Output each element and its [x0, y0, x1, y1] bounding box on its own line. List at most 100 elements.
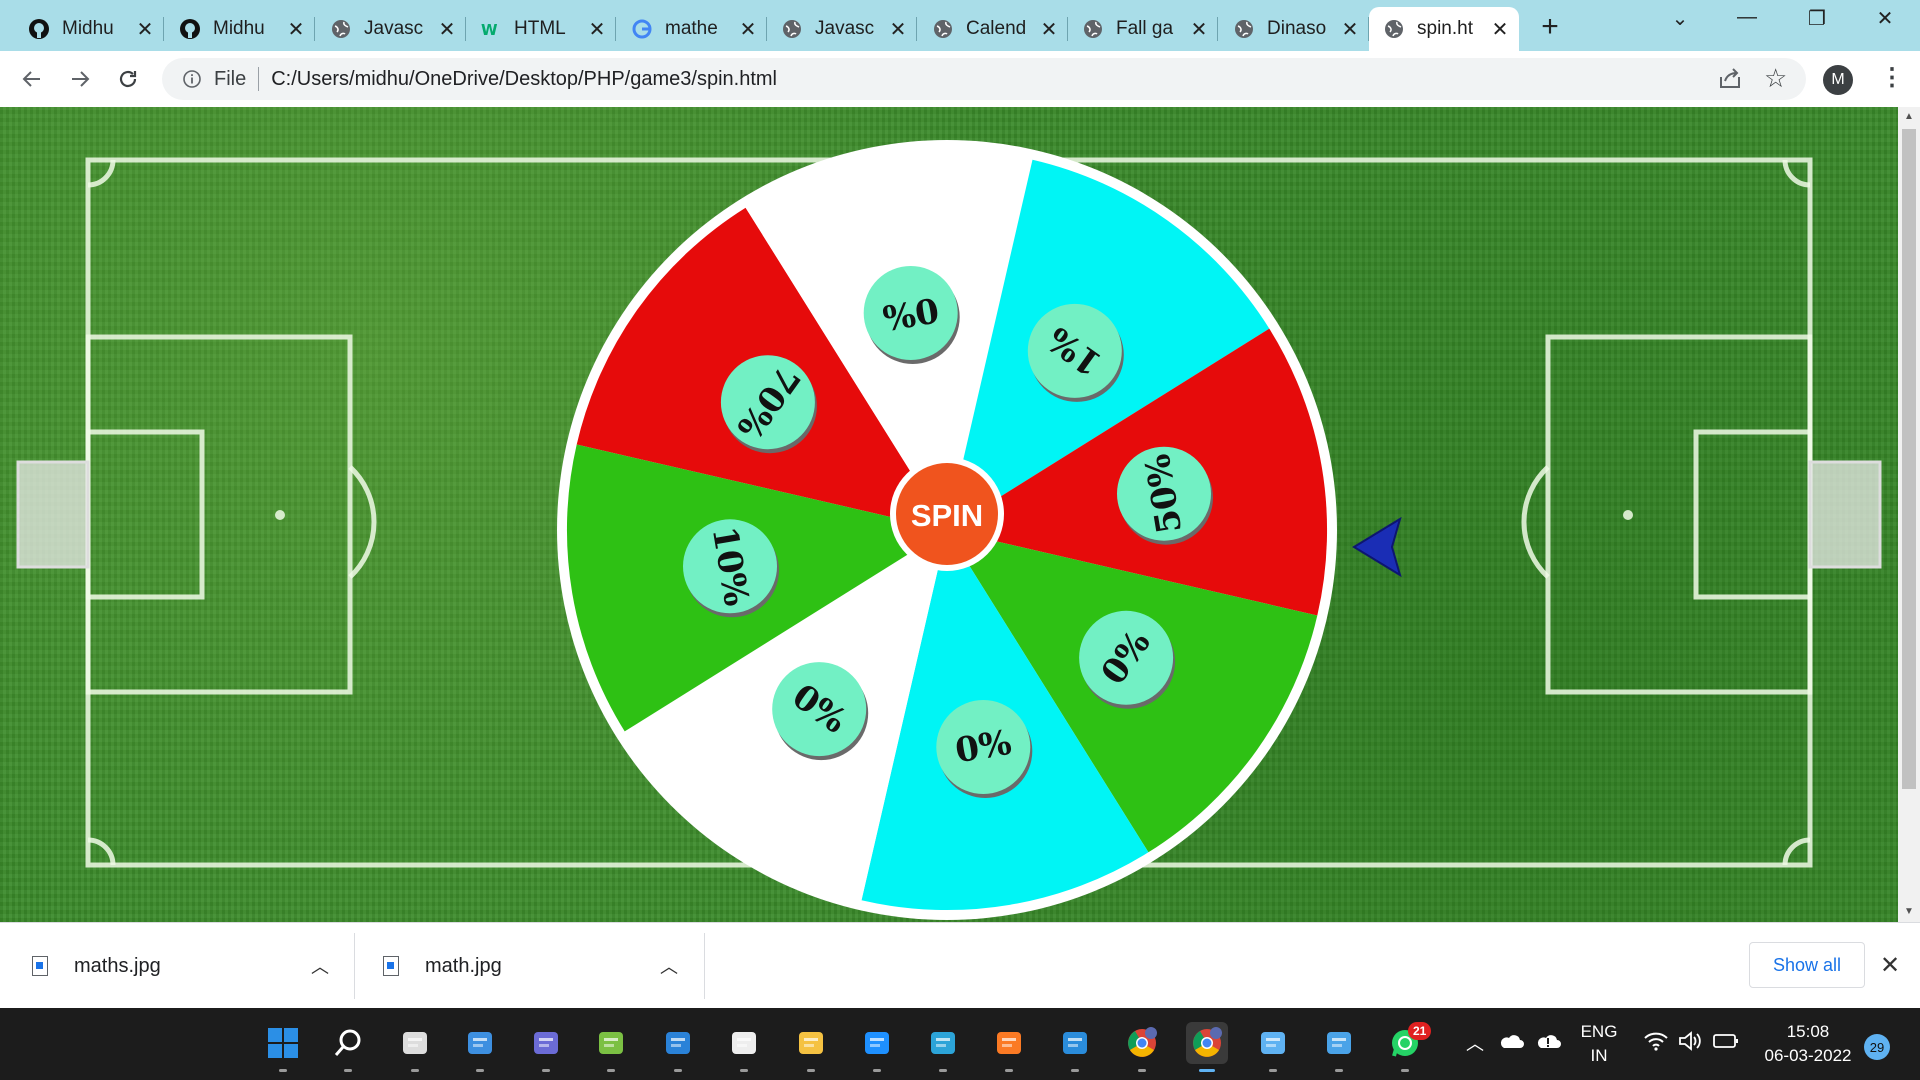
photos-icon[interactable]	[1318, 1022, 1360, 1072]
reload-button[interactable]	[112, 63, 144, 95]
browser-tab[interactable]: spin.ht ✕	[1369, 7, 1519, 51]
download-item[interactable]: math.jpg	[383, 923, 693, 1009]
tab-close-icon[interactable]: ✕	[1040, 17, 1058, 42]
browser-tab[interactable]: Midhu ✕	[165, 7, 315, 51]
restore-icon[interactable]: ❐	[1797, 6, 1837, 31]
tab-title: Javasc	[364, 18, 424, 39]
site-info-icon[interactable]	[180, 67, 204, 91]
tab-close-icon[interactable]: ✕	[287, 17, 305, 42]
omnibox-divider	[258, 67, 260, 91]
teams-chat-icon[interactable]	[525, 1022, 567, 1072]
tab-close-icon[interactable]: ✕	[1190, 17, 1208, 42]
chrome-profile-icon[interactable]	[1121, 1022, 1163, 1072]
windows-start-icon[interactable]	[262, 1022, 304, 1072]
browser-tab[interactable]: Dinaso ✕	[1219, 7, 1369, 51]
whatsapp-badge: 21	[1408, 1022, 1432, 1040]
address-bar[interactable]: File C:/Users/midhu/OneDrive/Desktop/PHP…	[162, 58, 1806, 100]
running-indicator	[542, 1069, 550, 1072]
xampp-icon[interactable]	[988, 1022, 1030, 1072]
github-icon	[28, 18, 50, 40]
notifications-badge[interactable]: 29	[1864, 1034, 1890, 1060]
running-indicator	[344, 1069, 352, 1072]
store-icon[interactable]	[723, 1022, 765, 1072]
back-button[interactable]	[16, 63, 48, 95]
snipping-icon[interactable]	[856, 1022, 898, 1072]
profile-avatar[interactable]: M	[1823, 65, 1853, 95]
cloud-alert-icon[interactable]	[1535, 1030, 1561, 1057]
vertical-scrollbar[interactable]: ▲ ▼	[1898, 107, 1920, 922]
scrollbar-thumb[interactable]	[1902, 129, 1916, 789]
image-file-icon	[383, 956, 399, 976]
forward-button[interactable]	[64, 63, 96, 95]
minimize-icon[interactable]: —	[1727, 6, 1767, 29]
tab-title: Javasc	[815, 18, 875, 39]
download-filename: maths.jpg	[74, 954, 161, 977]
close-window-icon[interactable]: ✕	[1865, 6, 1905, 31]
menu-kebab-icon[interactable]: ⋮	[1880, 63, 1904, 92]
forward-arrow-icon	[72, 71, 90, 87]
tab-separator	[1217, 17, 1218, 41]
clock[interactable]: 15:08 06-03-2022	[1756, 1020, 1860, 1068]
tray-overflow-icon[interactable]: ︿	[1466, 1030, 1484, 1056]
spin-button[interactable]: SPIN	[890, 457, 1004, 571]
tab-search-icon[interactable]: ⌄	[1660, 6, 1700, 31]
volume-icon[interactable]	[1677, 1030, 1703, 1057]
download-divider	[704, 933, 705, 999]
notepad-icon[interactable]	[1252, 1022, 1294, 1072]
running-indicator	[607, 1069, 615, 1072]
widgets-icon[interactable]	[459, 1022, 501, 1072]
search-icon[interactable]	[327, 1022, 369, 1072]
bookmark-star-icon[interactable]: ☆	[1764, 63, 1787, 94]
chevron-up-icon[interactable]: ︿	[660, 953, 678, 979]
tab-close-icon[interactable]: ✕	[889, 17, 907, 42]
tab-close-icon[interactable]: ✕	[739, 17, 757, 42]
share-icon[interactable]	[1717, 65, 1743, 96]
browser-tab[interactable]: Calend ✕	[918, 7, 1068, 51]
browser-tab[interactable]: Fall ga ✕	[1068, 7, 1218, 51]
file-explorer-icon[interactable]	[790, 1022, 832, 1072]
running-indicator	[807, 1069, 815, 1072]
tab-close-icon[interactable]: ✕	[438, 17, 456, 42]
spin-wheel[interactable]: 70%0%1%50%0%0%0%10% SPIN	[0, 107, 1898, 922]
tab-close-icon[interactable]: ✕	[136, 17, 154, 42]
language-line1: ENG	[1580, 1022, 1618, 1041]
vscode-icon[interactable]	[1054, 1022, 1096, 1072]
chrome-icon[interactable]	[1186, 1022, 1228, 1072]
tab-separator	[163, 17, 164, 41]
running-indicator	[1335, 1069, 1343, 1072]
wifi-icon[interactable]	[1643, 1030, 1669, 1057]
running-indicator	[279, 1069, 287, 1072]
download-item[interactable]: maths.jpg	[32, 923, 342, 1009]
mail-icon[interactable]	[657, 1022, 699, 1072]
task-view-icon[interactable]	[394, 1022, 436, 1072]
scroll-up-icon[interactable]: ▲	[1898, 107, 1920, 127]
globe-icon	[1383, 18, 1405, 40]
download-filename: math.jpg	[425, 954, 502, 977]
close-icon[interactable]: ✕	[1880, 951, 1900, 980]
browser-tab[interactable]: Javasc ✕	[767, 7, 917, 51]
browser-tab[interactable]: W HTML ✕	[466, 7, 616, 51]
new-tab-button[interactable]: +	[1535, 10, 1565, 44]
scroll-down-icon[interactable]: ▼	[1898, 902, 1920, 922]
browser-tab[interactable]: Javasc ✕	[316, 7, 466, 51]
globe-icon	[932, 18, 954, 40]
back-arrow-icon	[22, 71, 40, 87]
tab-separator	[314, 17, 315, 41]
w3-icon: W	[480, 18, 502, 40]
edge-icon[interactable]	[922, 1022, 964, 1072]
language-indicator[interactable]: ENG IN	[1577, 1020, 1621, 1068]
tab-close-icon[interactable]: ✕	[1341, 17, 1359, 42]
running-indicator	[939, 1069, 947, 1072]
paint-icon[interactable]	[590, 1022, 632, 1072]
browser-tab[interactable]: Midhu ✕	[14, 7, 164, 51]
tab-close-icon[interactable]: ✕	[588, 17, 606, 42]
browser-tab[interactable]: mathe ✕	[617, 7, 767, 51]
chevron-up-icon[interactable]: ︿	[311, 953, 329, 979]
url-text[interactable]: C:/Users/midhu/OneDrive/Desktop/PHP/game…	[271, 68, 777, 91]
tab-close-icon[interactable]: ✕	[1491, 17, 1509, 42]
tab-title: HTML	[514, 18, 566, 39]
onedrive-icon[interactable]	[1498, 1032, 1524, 1055]
battery-icon[interactable]	[1712, 1032, 1740, 1055]
running-indicator	[1138, 1069, 1146, 1072]
show-all-button[interactable]: Show all	[1749, 942, 1865, 988]
